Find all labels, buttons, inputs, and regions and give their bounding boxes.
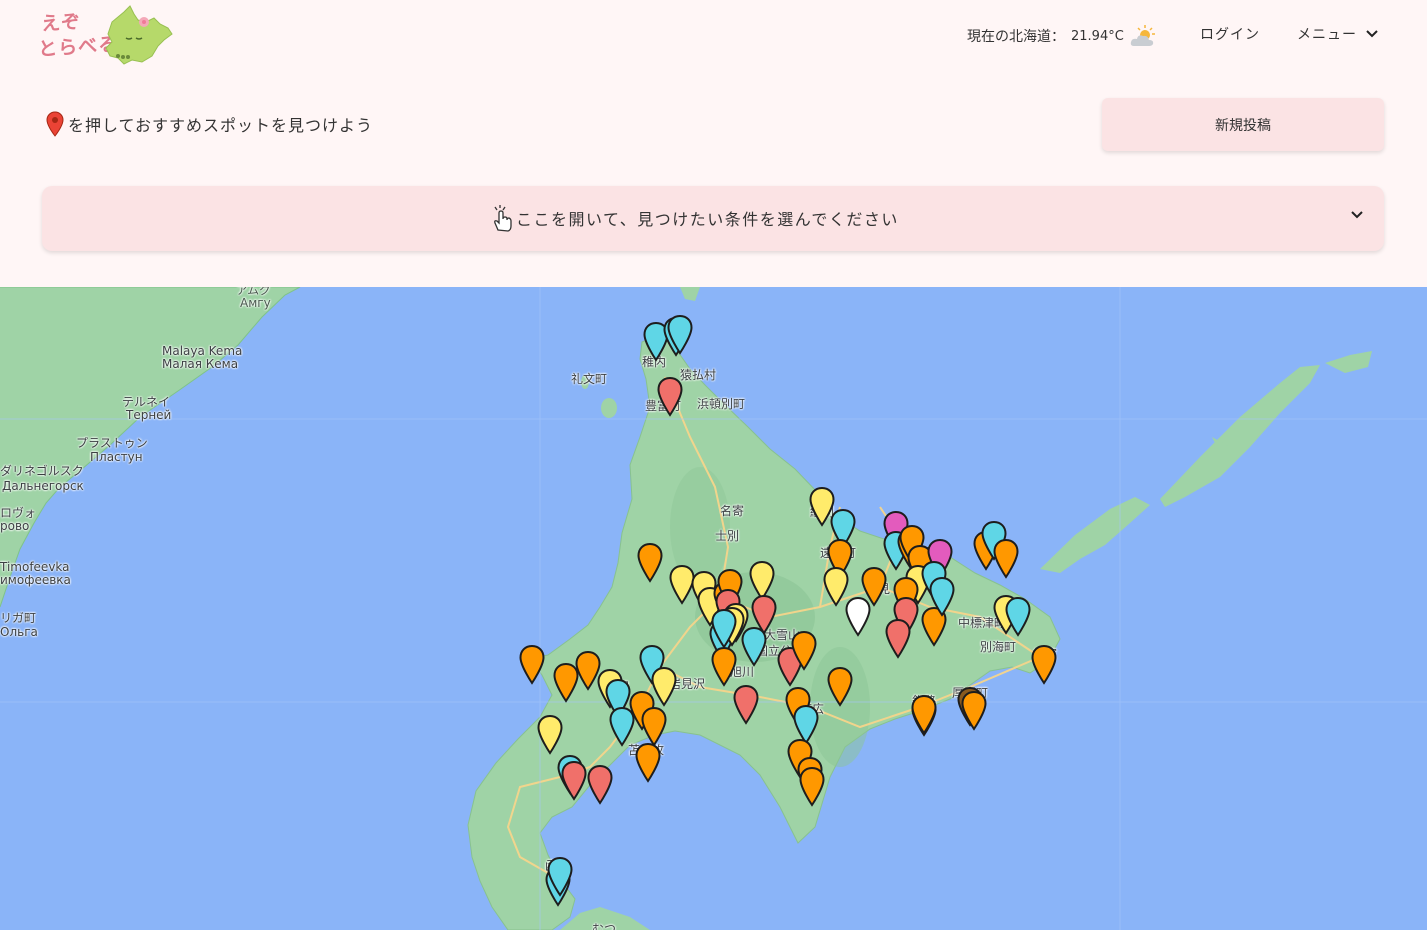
map-pin-icon [1005,596,1031,637]
filter-accordion-label: ここを開いて、見つけたい条件を選んでください [516,210,899,229]
spot-marker-pin[interactable] [1005,596,1031,637]
spot-marker-pin[interactable] [547,856,573,897]
login-link[interactable]: ログイン [1200,24,1260,44]
map-label: рово [0,519,30,533]
map-pin-icon [799,766,825,807]
map-label: むつ [592,922,617,930]
map-pin-icon [961,690,987,731]
spot-marker-pin[interactable] [929,576,955,617]
map-label: Терней [126,408,172,422]
spot-marker-pin[interactable] [657,376,683,417]
map-label: Ольга [0,625,38,639]
hokkaido-mascot-icon [105,5,173,65]
map-pin-icon [1031,644,1057,685]
menu-dropdown[interactable]: メニュー [1297,24,1379,44]
spot-marker-pin[interactable] [885,618,911,659]
map-label: ダリネゴルスク [0,464,84,478]
partly-cloudy-icon [1130,25,1155,46]
map-label: Амгу [240,296,271,310]
spot-marker-pin[interactable] [733,684,759,725]
weather-indicator: 現在の北海道： 21.94°C [967,24,1156,48]
map-label: 名寄 [720,504,745,518]
hint-text-row: を押しておすすめスポットを見つけよう [46,111,373,137]
spot-marker-pin[interactable] [827,666,853,707]
spot-marker-pin[interactable] [799,766,825,807]
kuril-islands [1040,497,1150,573]
map-pin-icon [929,576,955,617]
map-pin-icon [711,608,737,649]
site-logo[interactable]: えぞ とらべる [36,4,176,68]
spot-marker-pin[interactable] [751,594,777,635]
map-pin-icon [46,111,64,137]
spot-marker-pin[interactable] [861,566,887,607]
spot-marker-pin[interactable] [537,714,563,755]
map-pin-icon [911,694,937,735]
spot-marker-pin[interactable] [641,706,667,747]
russia-landmass [0,287,300,607]
map-label: 士別 [715,529,740,543]
spot-marker-pin[interactable] [961,690,987,731]
spot-marker-pin[interactable] [711,646,737,687]
spot-marker-pin[interactable] [1031,644,1057,685]
map-pin-icon [861,566,887,607]
map-pin-icon [641,706,667,747]
map-label: Пластун [90,450,143,464]
map-pin-icon [667,314,693,355]
map-pin-icon [635,742,661,783]
weather-label: 現在の北海道： [967,29,1065,45]
spot-marker-pin[interactable] [667,314,693,355]
chevron-down-icon [1366,30,1378,38]
app-header: えぞ とらべる 現在の北海道： 21.94°C ログイン メニュー [0,0,1427,80]
map-pin-icon [885,618,911,659]
map-pin-icon [519,644,545,685]
tap-hand-icon [494,205,512,232]
spot-marker-pin[interactable] [711,608,737,649]
map-pin-icon [587,764,613,805]
map-pin-icon [657,376,683,417]
hint-text: を押しておすすめスポットを見つけよう [68,116,374,135]
map-pin-icon [637,542,663,583]
map-pin-icon [711,646,737,687]
map-label: 別海町 [980,640,1017,654]
map-pin-icon [993,538,1019,579]
map-label: Малая Кема [162,357,239,371]
map-label: 礼文町 [571,372,608,386]
map-pin-icon [561,760,587,801]
map-pin-icon [751,594,777,635]
spot-marker-pin[interactable] [635,742,661,783]
map-pin-icon [791,630,817,671]
map-pin-icon [547,856,573,897]
map-pin-icon [733,684,759,725]
map-label: 浜頓別町 [697,397,746,411]
map-label: 猿払村 [680,368,717,382]
map-label: имофеевка [0,573,71,587]
menu-label: メニュー [1297,27,1357,43]
new-post-button[interactable]: 新規投稿 [1102,98,1384,151]
spots-map[interactable]: アムグ Амгу Malaya Kema Малая Кема テルネイ Тер… [0,287,1427,930]
spot-marker-pin[interactable] [911,694,937,735]
map-pin-icon [537,714,563,755]
chevron-down-icon [1351,211,1363,219]
map-label: Дальнегорск [2,479,84,493]
filter-accordion-toggle[interactable]: ここを開いて、見つけたい条件を選んでください [42,186,1384,251]
spot-marker-pin[interactable] [561,760,587,801]
map-label: リガ町 [0,611,37,625]
spot-marker-pin[interactable] [587,764,613,805]
map-label: プラストゥン [76,436,148,450]
spot-marker-pin[interactable] [519,644,545,685]
weather-temperature: 21.94°C [1071,28,1124,44]
spot-marker-pin[interactable] [993,538,1019,579]
spot-marker-pin[interactable] [791,630,817,671]
map-pin-icon [827,666,853,707]
spot-marker-pin[interactable] [637,542,663,583]
filter-accordion-label-row: ここを開いて、見つけたい条件を選んでください [490,204,899,232]
